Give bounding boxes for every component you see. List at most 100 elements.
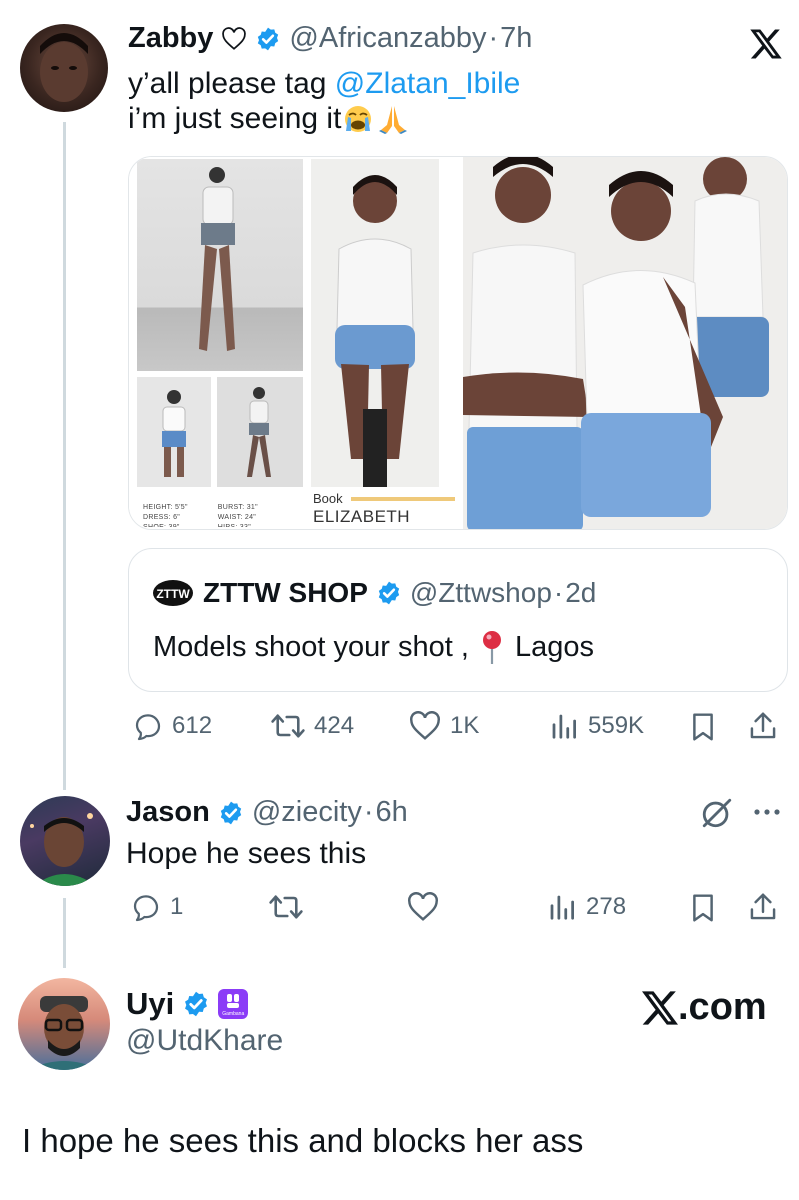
verified-badge-icon xyxy=(258,27,279,50)
separator-dot: · xyxy=(488,22,499,54)
reply-count: 1 xyxy=(170,893,184,920)
heart-outline-icon xyxy=(222,26,247,50)
verified-badge-icon xyxy=(185,991,208,1017)
reply-action[interactable]: 612 xyxy=(132,711,212,741)
quoted-tweet[interactable]: ZTTW ZTTW SHOP @Zttwshop · 2d Models sho… xyxy=(128,548,788,692)
brand-wordmark: .com xyxy=(640,986,767,1029)
reply-icon xyxy=(133,895,159,922)
author-handle[interactable]: @ziecity xyxy=(252,796,362,829)
photo-small-2 xyxy=(217,377,303,487)
author-name[interactable]: Uyi xyxy=(126,986,174,1022)
thread-line xyxy=(63,898,66,968)
views-action[interactable]: 559K xyxy=(548,711,644,741)
brand-text: .com xyxy=(678,986,767,1028)
tweet-text-line-1: y’all please tag @Zlatan_Ibile xyxy=(128,66,768,101)
retweet-action[interactable]: 424 xyxy=(270,711,354,741)
retweet-icon xyxy=(271,714,305,738)
footer-post-header: Uyi Gambana xyxy=(126,986,249,1022)
avatar-jason[interactable] xyxy=(20,796,110,886)
book-rule xyxy=(351,497,455,501)
bookmark-icon[interactable] xyxy=(688,711,718,743)
like-action[interactable]: 1K xyxy=(408,711,479,741)
folded-hands-icon xyxy=(379,105,408,134)
like-action[interactable] xyxy=(406,892,448,922)
avatar-face-image xyxy=(30,813,96,886)
quoted-author-name[interactable]: ZTTW SHOP xyxy=(203,577,368,609)
photo-small-1 xyxy=(137,377,211,487)
views-bar-chart-icon xyxy=(552,714,576,739)
quoted-timestamp[interactable]: 2d xyxy=(565,577,596,609)
heart-icon xyxy=(408,892,438,921)
tweet-header: Zabby @Africanzabby · 7h xyxy=(128,22,532,55)
stat-item: HIPS: 33" xyxy=(218,523,258,527)
author-handle[interactable]: @UtdKhare xyxy=(126,1024,283,1058)
bookmark-icon[interactable] xyxy=(688,892,718,924)
share-icon[interactable] xyxy=(748,891,778,923)
svg-text:ZTTW: ZTTW xyxy=(156,587,190,601)
stats-area: HEIGHT: 5'5" DRESS: 6" SHOE: 39" BURST: … xyxy=(143,503,313,527)
views-bar-chart-icon xyxy=(550,895,574,920)
photo-group xyxy=(463,157,787,529)
round-pushpin-icon xyxy=(482,631,501,664)
stat-item: WAIST: 24" xyxy=(217,514,257,521)
affiliate-badge-text: Gambana xyxy=(222,1011,245,1017)
reply-text: Hope he sees this xyxy=(126,837,367,870)
tweet-text-line-2: i’m just seeing it xyxy=(128,101,768,136)
book-label: Book xyxy=(313,491,343,506)
stat-item: HEIGHT: 5'5" xyxy=(143,504,188,511)
tweet-text-prefix: y’all please tag xyxy=(128,67,335,100)
author-name[interactable]: Jason xyxy=(126,796,210,829)
more-options-icon[interactable] xyxy=(752,806,782,818)
reply-header: Jason @ziecity · 6h xyxy=(126,796,408,829)
photo-bw-full xyxy=(137,159,303,371)
avatar-face-image xyxy=(28,996,100,1070)
comp-card: HEIGHT: 5'5" DRESS: 6" SHOE: 39" BURST: … xyxy=(129,157,459,529)
author-name[interactable]: Zabby xyxy=(128,22,213,55)
verified-badge-icon xyxy=(220,801,242,824)
loudly-crying-face-icon xyxy=(345,105,372,132)
avatar-zabby[interactable] xyxy=(20,24,108,112)
quoted-author-handle[interactable]: @Zttwshop xyxy=(410,577,552,609)
author-handle[interactable]: @Africanzabby xyxy=(289,22,486,55)
tweet-media[interactable]: HEIGHT: 5'5" DRESS: 6" SHOE: 39" BURST: … xyxy=(128,156,788,530)
tweet-text-line-2-text: i’m just seeing it xyxy=(128,102,342,135)
retweet-action[interactable] xyxy=(268,892,312,922)
timestamp[interactable]: 7h xyxy=(500,22,532,55)
grok-icon[interactable] xyxy=(700,796,734,830)
quoted-tweet-text: Models shoot your shot , Lagos xyxy=(153,629,594,665)
views-count: 559K xyxy=(588,712,645,739)
retweet-count: 424 xyxy=(314,712,355,739)
stat-item: BURST: 31" xyxy=(217,504,258,511)
stat-item: DRESS: 6" xyxy=(143,514,181,521)
x-logo-icon xyxy=(642,990,678,1025)
avatar-face-image xyxy=(40,33,88,102)
quoted-text: Models shoot your shot , xyxy=(153,630,469,663)
photo-color-seated xyxy=(311,159,439,487)
retweet-icon xyxy=(269,895,303,919)
timestamp[interactable]: 6h xyxy=(376,796,408,829)
stats-col-1: HEIGHT: 5'5" DRESS: 6" SHOE: 39" xyxy=(143,503,188,527)
reply-icon xyxy=(135,714,161,741)
stat-item: SHOE: 39" xyxy=(143,523,188,527)
thread-line xyxy=(63,122,66,790)
verified-badge-icon xyxy=(378,581,400,605)
x-logo-icon[interactable] xyxy=(748,28,784,60)
views-action[interactable]: 278 xyxy=(546,892,626,922)
separator-dot: · xyxy=(363,796,374,828)
mention-link[interactable]: @Zlatan_Ibile xyxy=(335,67,521,100)
reply-action[interactable]: 1 xyxy=(130,892,183,922)
footer-post-text: I hope he sees this and blocks her ass xyxy=(22,1122,584,1159)
affiliate-badge[interactable]: Gambana xyxy=(218,989,249,1019)
avatar-uyi[interactable] xyxy=(18,978,110,1070)
tweet-text: y’all please tag @Zlatan_Ibile i’m just … xyxy=(128,66,768,136)
quoted-location: Lagos xyxy=(514,630,594,663)
quoted-tweet-header: ZTTW ZTTW SHOP @Zttwshop · 2d xyxy=(151,577,596,609)
reply-count: 612 xyxy=(172,712,213,739)
share-icon[interactable] xyxy=(748,710,778,742)
stats-col-2: BURST: 31" WAIST: 24" HIPS: 33" xyxy=(218,503,258,527)
separator-dot: · xyxy=(553,577,564,608)
book-name: ELIZABETH xyxy=(313,507,411,526)
views-count: 278 xyxy=(586,893,627,920)
heart-icon xyxy=(410,711,440,740)
like-count: 1K xyxy=(450,712,480,739)
